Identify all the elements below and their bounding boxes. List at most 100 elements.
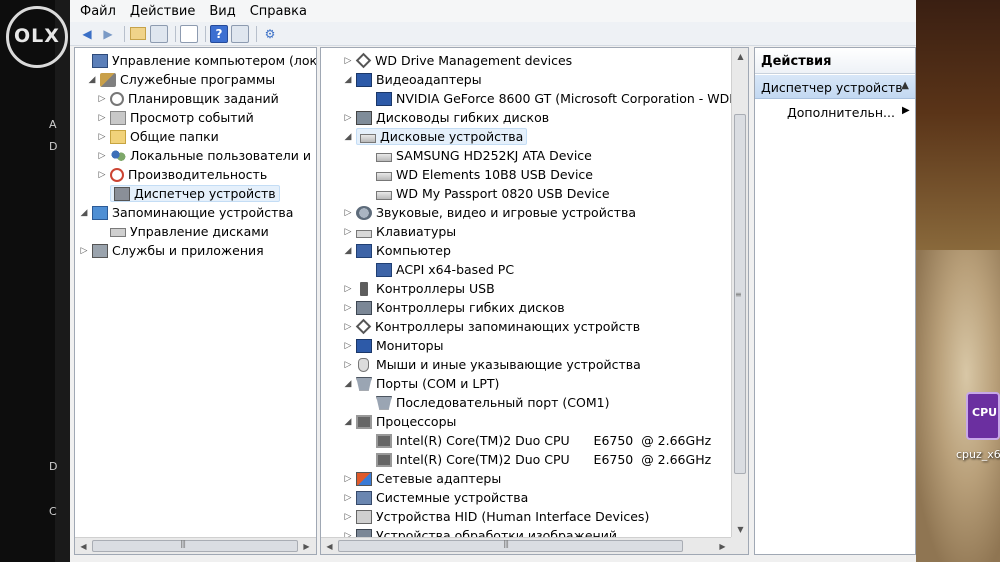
tree-item-event-viewer[interactable]: ▷ Просмотр событий	[97, 108, 254, 127]
device-tree-item[interactable]: SAMSUNG HD252KJ ATA Device	[363, 146, 592, 165]
tree-item-computer-management[interactable]: Управление компьютером (локальн	[79, 51, 316, 70]
device-tree-item[interactable]: ▷ Контроллеры USB	[343, 279, 495, 298]
tree-item-performance[interactable]: ▷ Производительность	[97, 165, 268, 184]
expand-icon[interactable]: ▷	[343, 227, 353, 237]
scan-hardware-icon[interactable]: ⚙	[261, 25, 279, 43]
left-scroll-thumb[interactable]	[92, 540, 298, 552]
scroll-left-arrow-icon[interactable]: ◀	[322, 539, 337, 554]
device-tree-item[interactable]: ▷ Клавиатуры	[343, 222, 457, 241]
collapse-icon[interactable]: ◢	[343, 379, 353, 389]
scroll-right-arrow-icon[interactable]: ▶	[299, 539, 314, 554]
show-hide-tree-icon[interactable]	[150, 24, 168, 43]
tree-item-local-users[interactable]: ▷ Локальные пользователи и гру	[97, 146, 316, 165]
menu-view[interactable]: Вид	[209, 4, 235, 19]
expand-icon[interactable]: ▷	[97, 94, 107, 104]
collapse-icon[interactable]: ◢	[343, 246, 353, 256]
expand-icon[interactable]: ▷	[343, 493, 353, 503]
device-tree-item[interactable]: NVIDIA GeForce 8600 GT (Microsoft Corpor…	[363, 89, 748, 108]
collapse-icon[interactable]: ◢	[343, 132, 353, 142]
device-tree-label: SAMSUNG HD252KJ ATA Device	[396, 148, 592, 163]
device-tree-item[interactable]: ▷ Мониторы	[343, 336, 444, 355]
device-tree-item[interactable]: WD My Passport 0820 USB Device	[363, 184, 610, 203]
users-icon	[110, 148, 126, 163]
device-tree-item[interactable]: ▷ Контроллеры запоминающих устройств	[343, 317, 640, 336]
collapse-icon[interactable]: ◢	[79, 208, 89, 218]
expand-icon[interactable]: ▷	[343, 474, 353, 484]
device-tree-item[interactable]: WD Elements 10B8 USB Device	[363, 165, 593, 184]
expand-icon[interactable]: ▷	[343, 322, 353, 332]
device-tree-item[interactable]: ◢ Компьютер	[343, 241, 451, 260]
device-tree-item[interactable]: Последовательный порт (COM1)	[363, 393, 609, 412]
menu-help[interactable]: Справка	[250, 4, 307, 19]
device-tree-label: Мыши и иные указывающие устройства	[376, 357, 641, 372]
device-tree-item[interactable]: ▷ Устройства HID (Human Interface Devices…	[343, 507, 650, 526]
disk-drive-icon	[376, 171, 392, 181]
device-tree-item[interactable]: ▷ Сетевые адаптеры	[343, 469, 502, 488]
up-folder-icon[interactable]	[129, 25, 147, 43]
collapse-icon[interactable]: ◢	[343, 417, 353, 427]
submenu-arrow-icon[interactable]: ▶	[902, 105, 910, 116]
cpuz-desktop-label[interactable]: cpuz_x6	[956, 448, 1000, 461]
device-tree-label: Мониторы	[376, 338, 444, 353]
scroll-down-arrow-icon[interactable]: ▼	[733, 522, 748, 537]
tree-item-disk-management[interactable]: Управление дисками	[97, 222, 269, 241]
more-actions-item[interactable]: Дополнительн...	[787, 105, 895, 120]
actions-section-device-manager[interactable]: Диспетчер устройств ▲	[755, 75, 915, 99]
expand-icon[interactable]: ▷	[97, 113, 107, 123]
menu-action[interactable]: Действие	[130, 4, 195, 19]
device-tree-vertical-scrollbar[interactable]: ▲ ≡ ▼	[731, 48, 748, 539]
expand-icon[interactable]: ▷	[343, 208, 353, 218]
tree-item-storage[interactable]: ◢ Запоминающие устройства	[79, 203, 294, 222]
device-tree-item[interactable]: ▷ Мыши и иные указывающие устройства	[343, 355, 641, 374]
olx-watermark-logo: OLX	[6, 6, 68, 68]
expand-icon[interactable]: ▷	[343, 56, 353, 66]
device-tree-item[interactable]: ◢ Процессоры	[343, 412, 457, 431]
expand-icon[interactable]: ▷	[97, 132, 107, 142]
tree-item-services-apps[interactable]: ▷ Службы и приложения	[79, 241, 264, 260]
cpuz-desktop-icon[interactable]: CPU	[966, 392, 1000, 440]
menu-file[interactable]: Файл	[80, 4, 116, 19]
device-manager-icon	[114, 186, 130, 201]
tree-item-device-manager[interactable]: Диспетчер устройств	[97, 184, 280, 203]
collapse-up-icon[interactable]: ▲	[901, 80, 909, 91]
left-horizontal-scrollbar[interactable]: ◀ ||| ▶	[75, 537, 316, 554]
back-arrow-icon[interactable]: ◀	[78, 25, 96, 43]
tree-item-task-scheduler[interactable]: ▷ Планировщик заданий	[97, 89, 279, 108]
device-tree-item[interactable]: Intel(R) Core(TM)2 Duo CPU E6750 @ 2.66G…	[363, 450, 711, 469]
device-tree-item[interactable]: ▷ Дисководы гибких дисков	[343, 108, 550, 127]
expand-icon[interactable]: ▷	[343, 360, 353, 370]
device-tree-item[interactable]: Intel(R) Core(TM)2 Duo CPU E6750 @ 2.66G…	[363, 431, 711, 450]
tools-icon	[100, 72, 116, 87]
expand-icon[interactable]: ▷	[79, 246, 89, 256]
collapse-icon[interactable]: ◢	[87, 75, 97, 85]
expand-icon[interactable]: ▷	[343, 512, 353, 522]
shared-folders-icon	[110, 129, 126, 144]
device-tree-item[interactable]: ▷ Контроллеры гибких дисков	[343, 298, 565, 317]
properties-icon[interactable]	[231, 24, 249, 43]
device-tree-item[interactable]: ACPI x64-based PC	[363, 260, 514, 279]
device-tree-item[interactable]: ◢ Видеоадаптеры	[343, 70, 482, 89]
device-tree-item[interactable]: ▷ WD Drive Management devices	[343, 51, 572, 70]
scroll-up-arrow-icon[interactable]: ▲	[733, 49, 748, 64]
device-tree-horizontal-scrollbar[interactable]: ◀ ||| ▶	[321, 537, 731, 554]
device-tree-item[interactable]: ▷ Звуковые, видео и игровые устройства	[343, 203, 636, 222]
list-view-icon[interactable]	[180, 24, 198, 43]
disk-drive-icon	[376, 190, 392, 200]
expand-icon[interactable]: ▷	[97, 170, 107, 180]
forward-arrow-icon[interactable]: ▶	[99, 25, 117, 43]
collapse-icon[interactable]: ◢	[343, 75, 353, 85]
expand-icon[interactable]: ▷	[343, 341, 353, 351]
expand-icon[interactable]: ▷	[343, 284, 353, 294]
expand-icon[interactable]: ▷	[343, 303, 353, 313]
scroll-right-arrow-icon[interactable]: ▶	[715, 539, 730, 554]
device-tree-item[interactable]: ▷ Системные устройства	[343, 488, 529, 507]
expand-icon[interactable]: ▷	[97, 151, 107, 161]
expand-icon[interactable]: ▷	[343, 113, 353, 123]
device-tree-item[interactable]: ◢ Порты (COM и LPT)	[343, 374, 500, 393]
tree-item-shared-folders[interactable]: ▷ Общие папки	[97, 127, 219, 146]
device-tree-item[interactable]: ◢ Дисковые устройства	[343, 127, 528, 146]
tree-item-system-tools[interactable]: ◢ Служебные программы	[87, 70, 276, 89]
help-icon[interactable]: ?	[210, 24, 228, 43]
scroll-left-arrow-icon[interactable]: ◀	[76, 539, 91, 554]
device-tree-hscroll-thumb[interactable]	[338, 540, 683, 552]
